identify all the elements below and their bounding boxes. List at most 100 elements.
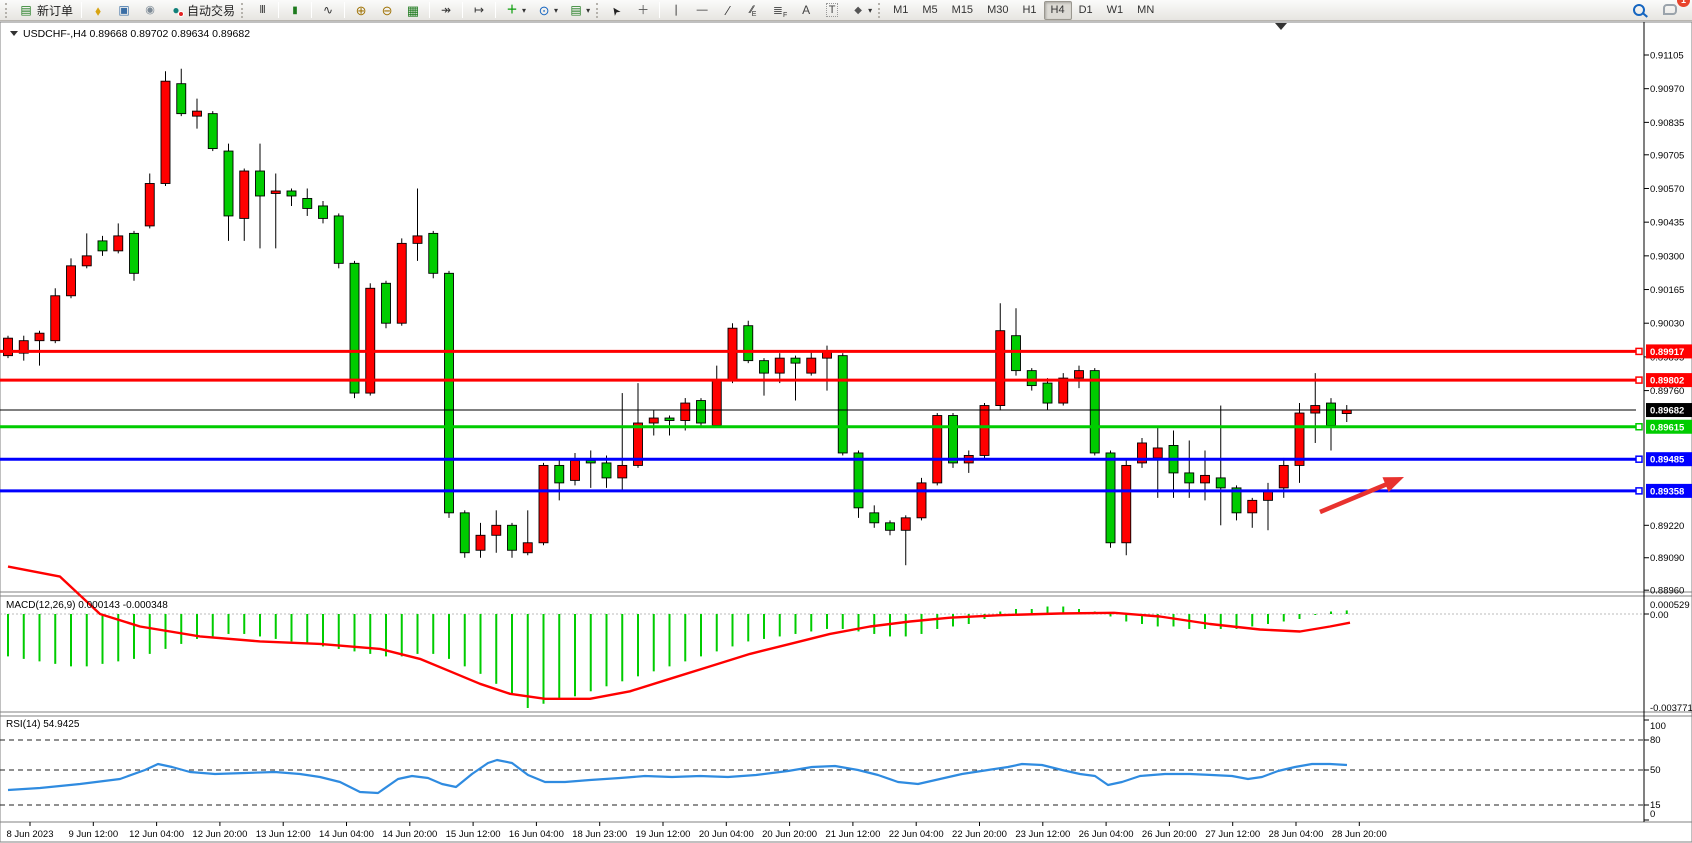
- separator: [659, 2, 660, 18]
- candle-body: [1075, 371, 1084, 378]
- timeframe-w1-button[interactable]: W1: [1100, 1, 1131, 20]
- macd-histogram-bar: [779, 614, 781, 636]
- price-tick-label: 0.89090: [1650, 553, 1684, 564]
- candle-body: [1342, 410, 1351, 413]
- line-chart-button[interactable]: [315, 1, 341, 20]
- macd-histogram-bar: [102, 614, 104, 664]
- cursor-button[interactable]: [604, 1, 630, 20]
- horizontal-line-icon: [694, 3, 710, 18]
- timeframe-d1-button[interactable]: D1: [1072, 1, 1100, 20]
- time-tick-label: 19 Jun 12:00: [636, 829, 691, 840]
- macd-histogram-bar: [826, 614, 828, 629]
- auto-scroll-button[interactable]: [433, 1, 459, 20]
- candle-body: [618, 465, 627, 477]
- equidistant-channel-button[interactable]: [741, 1, 767, 20]
- timeframe-h4-button[interactable]: H4: [1044, 1, 1072, 20]
- zoom-in-button[interactable]: [348, 1, 374, 20]
- metaquotes-button[interactable]: [85, 1, 111, 20]
- candle-body: [445, 273, 454, 513]
- search-button[interactable]: [1628, 1, 1650, 20]
- zoom-in-icon: [353, 3, 369, 18]
- time-tick-label: 26 Jun 04:00: [1079, 829, 1134, 840]
- candle-body: [51, 296, 60, 341]
- crosshair-button[interactable]: [630, 1, 656, 20]
- signals-button[interactable]: [137, 1, 163, 20]
- price-tag-label: 0.89682: [1650, 406, 1684, 417]
- timeframe-h1-button[interactable]: H1: [1015, 1, 1043, 20]
- time-tick-label: 26 Jun 20:00: [1142, 829, 1197, 840]
- rsi-tick-label: 0: [1650, 809, 1655, 820]
- rsi-label: RSI(14) 54.9425: [6, 719, 80, 730]
- toolbar-drag-handle[interactable]: [596, 3, 601, 18]
- zoom-out-button[interactable]: [374, 1, 400, 20]
- candlestick-chart-icon: [287, 3, 303, 18]
- search-icon: [1633, 4, 1645, 16]
- text-label-icon: [824, 3, 840, 18]
- candle-body: [67, 266, 76, 296]
- macd-histogram-bar: [86, 614, 88, 666]
- candle-body: [350, 263, 359, 393]
- macd-histogram-bar: [1283, 614, 1285, 621]
- macd-histogram-bar: [480, 614, 482, 674]
- candle-body: [1153, 448, 1162, 458]
- price-tag-label: 0.89485: [1650, 455, 1685, 466]
- timeframe-m30-button[interactable]: M30: [980, 1, 1015, 20]
- horizontal-line-button[interactable]: [689, 1, 715, 20]
- chart-title: USDCHF-,H4 0.89668 0.89702 0.89634 0.896…: [23, 28, 250, 40]
- templates-button[interactable]: ▾: [563, 1, 595, 20]
- macd-histogram-bar: [527, 614, 529, 708]
- text-label-button[interactable]: [819, 1, 845, 20]
- price-tick-label: 0.90835: [1650, 118, 1684, 129]
- candle-body: [712, 381, 721, 426]
- candle-body: [130, 233, 139, 273]
- tile-windows-button[interactable]: [400, 1, 426, 20]
- macd-histogram-bar: [306, 614, 308, 644]
- candle-body: [1027, 371, 1036, 386]
- timeframe-m5-button[interactable]: M5: [915, 1, 944, 20]
- candle-body: [838, 356, 847, 453]
- candlestick-chart-button[interactable]: [282, 1, 308, 20]
- timeframe-m15-button[interactable]: M15: [945, 1, 980, 20]
- toolbar-drag-handle[interactable]: [5, 3, 10, 18]
- new-order-label: 新订单: [37, 2, 73, 19]
- fibonacci-button[interactable]: [767, 1, 793, 20]
- time-tick-label: 14 Jun 20:00: [382, 829, 437, 840]
- vertical-line-button[interactable]: [663, 1, 689, 20]
- separator: [495, 2, 496, 18]
- macd-histogram-bar: [7, 614, 9, 656]
- tile-windows-icon: [405, 3, 421, 18]
- timeframe-mn-button[interactable]: MN: [1130, 1, 1161, 20]
- indicators-button[interactable]: ▾: [499, 1, 531, 20]
- macd-histogram-bar: [275, 614, 277, 639]
- price-tick-label: 0.90165: [1650, 285, 1684, 296]
- templates-icon: [568, 3, 584, 18]
- timeframe-m1-button[interactable]: M1: [886, 1, 915, 20]
- candle-body: [980, 406, 989, 456]
- chart-shift-button[interactable]: [466, 1, 492, 20]
- macd-histogram-bar: [149, 614, 151, 654]
- macd-histogram-bar: [684, 614, 686, 661]
- autotrading-button[interactable]: 自动交易: [163, 1, 240, 20]
- trend-line-button[interactable]: [715, 1, 741, 20]
- time-tick-label: 14 Jun 04:00: [319, 829, 374, 840]
- arrows-button[interactable]: ▾: [845, 1, 877, 20]
- new-order-icon: [18, 3, 34, 18]
- vertical-line-icon: [668, 3, 684, 18]
- macd-histogram-bar: [495, 614, 497, 684]
- time-tick-label: 18 Jun 23:00: [572, 829, 627, 840]
- macd-histogram-bar: [432, 614, 434, 654]
- periods-button[interactable]: ▾: [531, 1, 563, 20]
- chart-canvas[interactable]: 0.911050.909700.908350.907050.905700.904…: [0, 0, 1692, 843]
- text-button[interactable]: [793, 1, 819, 20]
- toolbar-drag-handle[interactable]: [241, 3, 246, 18]
- candle-body: [744, 326, 753, 361]
- candle-body: [886, 523, 895, 530]
- macd-histogram-bar: [653, 614, 655, 671]
- terminal-button[interactable]: [111, 1, 137, 20]
- bar-chart-button[interactable]: [249, 1, 275, 20]
- price-tag-label: 0.89358: [1650, 486, 1684, 497]
- candle-body: [508, 525, 517, 550]
- toolbar-drag-handle[interactable]: [878, 3, 883, 18]
- new-order-button[interactable]: 新订单: [13, 1, 78, 20]
- candle-body: [1248, 500, 1257, 512]
